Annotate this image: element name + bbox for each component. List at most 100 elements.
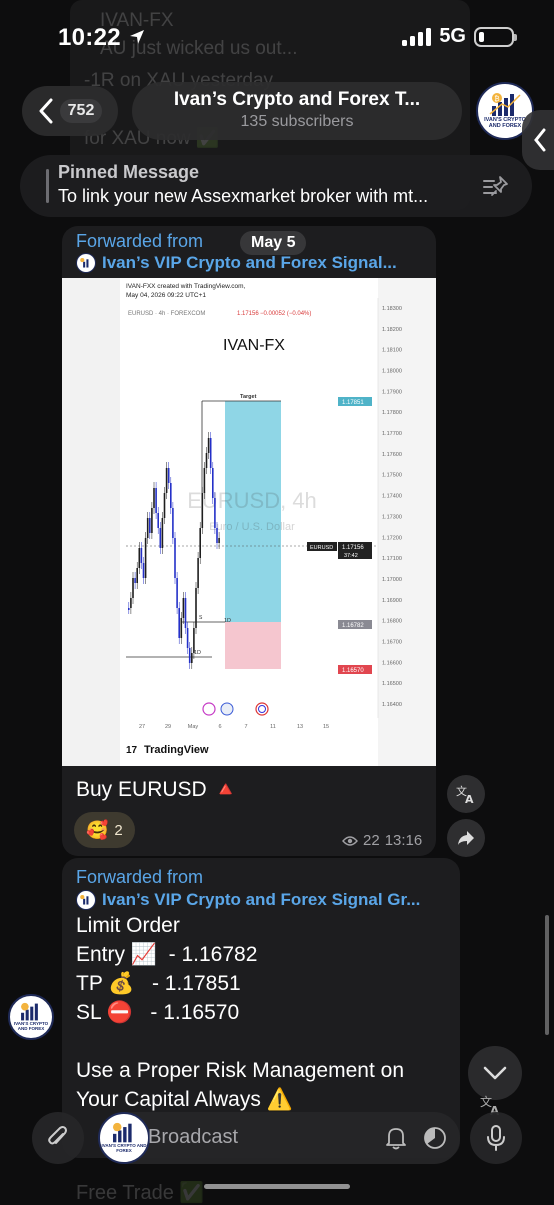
broadcast-composer[interactable]: IVAN'S CRYPTO AND FOREX Broadcast: [98, 1112, 460, 1164]
subscriber-count: 135 subscribers: [240, 113, 354, 130]
logo-chart-icon: ₿: [489, 93, 521, 117]
chart-watermark-title: EURUSD, 4h: [187, 488, 317, 513]
paperclip-icon: [48, 1126, 67, 1145]
date-chip: May 5: [240, 231, 307, 255]
forwarded-label: Forwarded from: [76, 231, 204, 251]
logo-chart-icon: [80, 895, 89, 905]
risk-line-2: Your Capital Always ⚠️: [76, 1088, 293, 1111]
entry-price-text: 1.16782: [342, 623, 364, 629]
forwarded-source[interactable]: Ivan’s VIP Crypto and Forex Signal Gr...: [76, 890, 451, 910]
tradingview-chart: IVAN-FXX created with TradingView.com, M…: [62, 278, 436, 766]
chevron-left-icon: [534, 128, 546, 152]
scroll-down-button[interactable]: [468, 1046, 522, 1100]
channel-title-button[interactable]: Ivan’s Crypto and Forex T... 135 subscri…: [132, 82, 462, 140]
pinned-message-bar[interactable]: Pinned Message To link your new Assexmar…: [20, 155, 532, 217]
x-tick-label: 27: [139, 724, 145, 730]
share-button[interactable]: [447, 819, 485, 857]
current-price-text: 1.17156: [342, 545, 364, 551]
y-tick-label: 1.17400: [382, 494, 402, 500]
chart-header-line1: IVAN-FXX created with TradingView.com,: [126, 283, 246, 290]
tv-footer: TradingView: [144, 744, 209, 756]
x-tick-label: 6: [218, 724, 221, 730]
y-tick-label: 1.16800: [382, 619, 402, 625]
d-label-2: 1D: [194, 650, 201, 656]
stop-zone: [225, 622, 281, 669]
y-tick-label: 1.17800: [382, 410, 402, 416]
scrollbar[interactable]: [545, 915, 549, 1035]
y-tick-label: 1.16400: [382, 702, 402, 708]
svg-text:A: A: [465, 793, 474, 804]
microphone-button[interactable]: [470, 1112, 522, 1164]
home-indicator: [204, 1184, 350, 1189]
target-price-text: 1.17851: [342, 400, 364, 406]
y-tick-label: 1.18000: [382, 369, 402, 375]
forwarded-source[interactable]: Ivan’s VIP Crypto and Forex Signal...: [76, 253, 426, 273]
y-tick-label: 1.16500: [382, 681, 402, 687]
chart-left-blur: [62, 278, 120, 766]
tp-line: TP 💰 - 1.17851: [76, 972, 241, 995]
composer-avatar: IVAN'S CRYPTO AND FOREX: [98, 1112, 150, 1164]
y-tick-label: 1.17700: [382, 431, 402, 437]
clock: 10:22: [58, 24, 121, 51]
chart-image[interactable]: IVAN-FXX created with TradingView.com, M…: [62, 278, 436, 766]
x-tick-label: May: [188, 724, 199, 730]
chart-brand: IVAN-FX: [223, 337, 285, 354]
pin-list-icon[interactable]: [482, 173, 510, 201]
bell-icon[interactable]: [384, 1125, 408, 1151]
pinned-title: Pinned Message: [58, 162, 200, 182]
y-tick-label: 1.17200: [382, 535, 402, 541]
entry-line: Entry 📈 - 1.16782: [76, 943, 258, 966]
y-tick-label: 1.17300: [382, 514, 402, 520]
timer-icon[interactable]: [422, 1125, 448, 1151]
chart-symbol-line: EURUSD · 4h · FOREXCOM: [128, 311, 205, 317]
translate-icon: 文A: [456, 784, 474, 804]
logo-chart-icon: [113, 1123, 132, 1143]
channel-title: Ivan’s Crypto and Forex T...: [173, 89, 421, 110]
y-tick-label: 1.17600: [382, 452, 402, 458]
ghost-line: Free Trade ✅: [76, 1182, 205, 1204]
y-tick-label: 1.16700: [382, 639, 402, 645]
attach-button[interactable]: [32, 1112, 84, 1164]
reaction-count: 2: [114, 821, 123, 839]
chart-price: 1.17156: [237, 311, 259, 317]
chart-watermark-sub: Euro / U.S. Dollar: [209, 521, 295, 533]
location-arrow-icon: [129, 30, 144, 44]
logo-chart-icon: [21, 1003, 38, 1021]
y-tick-label: 1.17900: [382, 389, 402, 395]
status-indicators: 5G: [402, 25, 517, 48]
forwarded-source-name: Ivan’s VIP Crypto and Forex Signal Gr...: [102, 890, 421, 909]
battery-icon: [474, 26, 517, 47]
translate-button[interactable]: 文A: [447, 775, 485, 813]
limit-order-line: Limit Order: [76, 914, 180, 937]
reaction-emoji: 🥰: [86, 819, 109, 840]
message-meta: 22 13:16: [342, 832, 422, 849]
y-tick-label: 1.18200: [382, 327, 402, 333]
source-avatar: [76, 253, 96, 273]
network-type: 5G: [439, 25, 466, 47]
x-tick-label: 13: [297, 724, 303, 730]
svg-text:₿: ₿: [494, 95, 499, 103]
microphone-icon: [487, 1125, 505, 1151]
sl-line: SL ⛔ - 1.16570: [76, 1001, 240, 1024]
broadcast-placeholder: Broadcast: [148, 1126, 239, 1148]
unread-badge: 752: [59, 99, 103, 123]
y-tick-label: 1.18300: [382, 306, 402, 312]
pinned-text: To link your new Assexmarket broker with…: [58, 186, 429, 206]
sender-avatar[interactable]: IVAN'S CRYPTO AND FOREX: [8, 994, 54, 1040]
message-text: Buy EURUSD 🔺: [76, 778, 239, 801]
x-tick-label: 7: [244, 724, 247, 730]
d-label-1: 1D: [224, 618, 231, 624]
share-arrow-icon: [458, 831, 474, 845]
chart-change: −0.00052 (−0.04%): [260, 311, 311, 317]
y-tick-label: 1.17500: [382, 473, 402, 479]
back-button[interactable]: 752: [22, 86, 118, 136]
cellular-signal-icon: [402, 27, 432, 46]
flag-icon: [220, 702, 234, 716]
chart-header-line2: May 04, 2026 09:22 UTC+1: [126, 292, 206, 299]
reaction-chip[interactable]: 🥰 2: [74, 812, 135, 848]
y-tick-label: 1.18100: [382, 348, 402, 354]
side-panel-button[interactable]: [522, 110, 554, 170]
message-time: 13:16: [384, 832, 423, 849]
chevron-down-icon: [483, 1066, 507, 1080]
x-tick-label: 11: [270, 724, 276, 730]
